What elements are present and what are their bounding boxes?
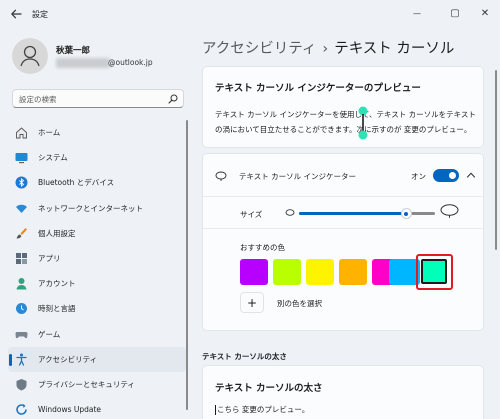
size-slider-fill — [299, 212, 407, 215]
sidebar-nav: ホーム システム Bluetooth とデバイス ネットワークとインターネット … — [8, 120, 186, 419]
add-color-label[interactable]: 別の色を選択 — [277, 298, 322, 309]
close-icon: ✕ — [480, 7, 490, 19]
close-button[interactable]: ✕ — [474, 4, 496, 22]
globe-clock-icon — [15, 302, 28, 315]
avatar — [12, 38, 48, 74]
bluetooth-icon — [15, 176, 28, 189]
back-arrow-icon[interactable] — [10, 8, 22, 20]
sidebar-item-label: システム — [38, 153, 68, 163]
preview-description: テキスト カーソル インジケーターを使用して、テキスト カーソルをテキストの渦に… — [215, 110, 476, 134]
size-slider[interactable] — [299, 208, 435, 219]
color-swatch[interactable] — [273, 259, 301, 285]
sidebar-item-label: Windows Update — [38, 405, 102, 415]
color-swatch-selected[interactable] — [421, 259, 447, 284]
minimize-button[interactable]: — — [406, 4, 428, 22]
recommended-colors-label: おすすめの色 — [240, 243, 285, 252]
sidebar-item-label: アクセシビリティ — [38, 354, 98, 364]
sidebar-item-accounts[interactable]: アカウント — [8, 271, 186, 296]
sidebar-item-privacy[interactable]: プライバシーとセキュリティ — [8, 372, 186, 397]
sidebar-item-label: 時刻と言語 — [38, 304, 76, 314]
minimize-icon: — — [413, 8, 421, 18]
wifi-icon — [15, 202, 28, 215]
page-title: テキスト カーソル — [334, 41, 455, 57]
sidebar-item-gaming[interactable]: ゲーム — [8, 322, 186, 347]
search-icon — [168, 94, 178, 104]
sidebar-scrollbar[interactable] — [186, 120, 188, 410]
chevron-up-icon[interactable] — [466, 170, 476, 180]
breadcrumb: アクセシビリティ › テキスト カーソル — [202, 37, 454, 58]
shield-icon — [15, 378, 28, 391]
add-color-button[interactable]: + — [240, 292, 264, 313]
text-cursor-indicator-icon — [358, 106, 368, 140]
breadcrumb-parent[interactable]: アクセシビリティ — [202, 41, 316, 57]
thickness-card: テキスト カーソルの太さ こちら 変更のプレビュー。 — [202, 365, 484, 419]
accessibility-icon — [15, 353, 28, 366]
sidebar-item-label: 個人用設定 — [38, 228, 76, 238]
toggle-state-label: オン — [411, 172, 426, 181]
breadcrumb-separator: › — [322, 41, 329, 57]
main-scrollbar[interactable] — [495, 70, 497, 250]
cursor-indicator-icon — [215, 171, 227, 181]
sidebar-item-label: Bluetooth とデバイス — [38, 178, 115, 188]
maximize-button[interactable]: ▢ — [444, 4, 466, 22]
sidebar-item-home[interactable]: ホーム — [8, 120, 186, 145]
cursor-indicator-card: テキスト カーソル インジケーター オン サイズ おすすめの色 + 別の色を選択 — [202, 153, 484, 331]
preview-card: テキスト カーソル インジケーターのプレビュー テキスト カーソル インジケータ… — [202, 66, 484, 148]
text-cursor-icon — [215, 405, 216, 415]
app-title: 設定 — [32, 10, 48, 19]
search-input[interactable]: 設定の検索 — [12, 89, 184, 108]
account-icon — [15, 277, 28, 290]
plus-icon: + — [246, 295, 258, 310]
sidebar-item-accessibility[interactable]: アクセシビリティ — [8, 346, 186, 372]
cursor-indicator-toggle[interactable] — [433, 169, 459, 182]
large-size-icon — [440, 204, 459, 218]
section-header-thickness: テキスト カーソルの太さ — [202, 352, 287, 361]
sidebar-item-time-language[interactable]: 時刻と言語 — [8, 296, 186, 321]
selected-color-highlight — [416, 254, 453, 290]
search-placeholder: 設定の検索 — [19, 95, 57, 104]
color-swatch[interactable] — [339, 259, 367, 285]
sidebar-item-apps[interactable]: アプリ — [8, 246, 186, 271]
thickness-preview-text: こちら 変更のプレビュー。 — [217, 405, 310, 414]
profile-email-domain: @outlook.jp — [108, 58, 153, 67]
thickness-preview: こちら 変更のプレビュー。 — [215, 404, 309, 415]
size-slider-thumb[interactable] — [400, 208, 412, 219]
sidebar-item-label: ホーム — [38, 128, 61, 138]
color-swatch[interactable] — [240, 259, 268, 285]
sidebar-item-label: ネットワークとインターネット — [38, 203, 143, 213]
sidebar-item-system[interactable]: システム — [8, 145, 186, 170]
profile-name: 秋葉一郎 — [56, 46, 91, 56]
sidebar-item-label: プライバシーとセキュリティ — [38, 379, 135, 389]
person-icon — [20, 45, 40, 67]
sidebar-item-label: アカウント — [38, 279, 76, 289]
title-bar: 設定 — ▢ ✕ — [0, 0, 500, 28]
sidebar-item-label: アプリ — [38, 254, 61, 264]
sidebar-item-network[interactable]: ネットワークとインターネット — [8, 196, 186, 221]
user-profile[interactable]: 秋葉一郎 @outlook.jp — [12, 38, 187, 78]
update-icon — [15, 403, 28, 416]
home-icon — [15, 126, 28, 139]
divider — [203, 228, 483, 229]
maximize-icon: ▢ — [450, 7, 460, 19]
sidebar-item-label: ゲーム — [38, 329, 61, 339]
cursor-indicator-label: テキスト カーソル インジケーター — [239, 172, 357, 181]
color-swatch[interactable] — [306, 259, 334, 285]
sidebar-item-bluetooth[interactable]: Bluetooth とデバイス — [8, 170, 186, 195]
small-size-icon — [285, 209, 295, 216]
sidebar-item-personalization[interactable]: 個人用設定 — [8, 221, 186, 246]
gamepad-icon — [15, 328, 28, 341]
sidebar-item-windows-update[interactable]: Windows Update — [8, 397, 186, 419]
size-label: サイズ — [240, 210, 263, 219]
paintbrush-icon — [15, 227, 28, 240]
thickness-title: テキスト カーソルの太さ — [215, 383, 323, 394]
email-redaction — [56, 58, 110, 68]
monitor-icon — [15, 151, 28, 164]
apps-icon — [15, 252, 28, 265]
cursor-indicator-header[interactable]: テキスト カーソル インジケーター オン — [203, 154, 483, 197]
preview-title: テキスト カーソル インジケーターのプレビュー — [215, 83, 421, 94]
